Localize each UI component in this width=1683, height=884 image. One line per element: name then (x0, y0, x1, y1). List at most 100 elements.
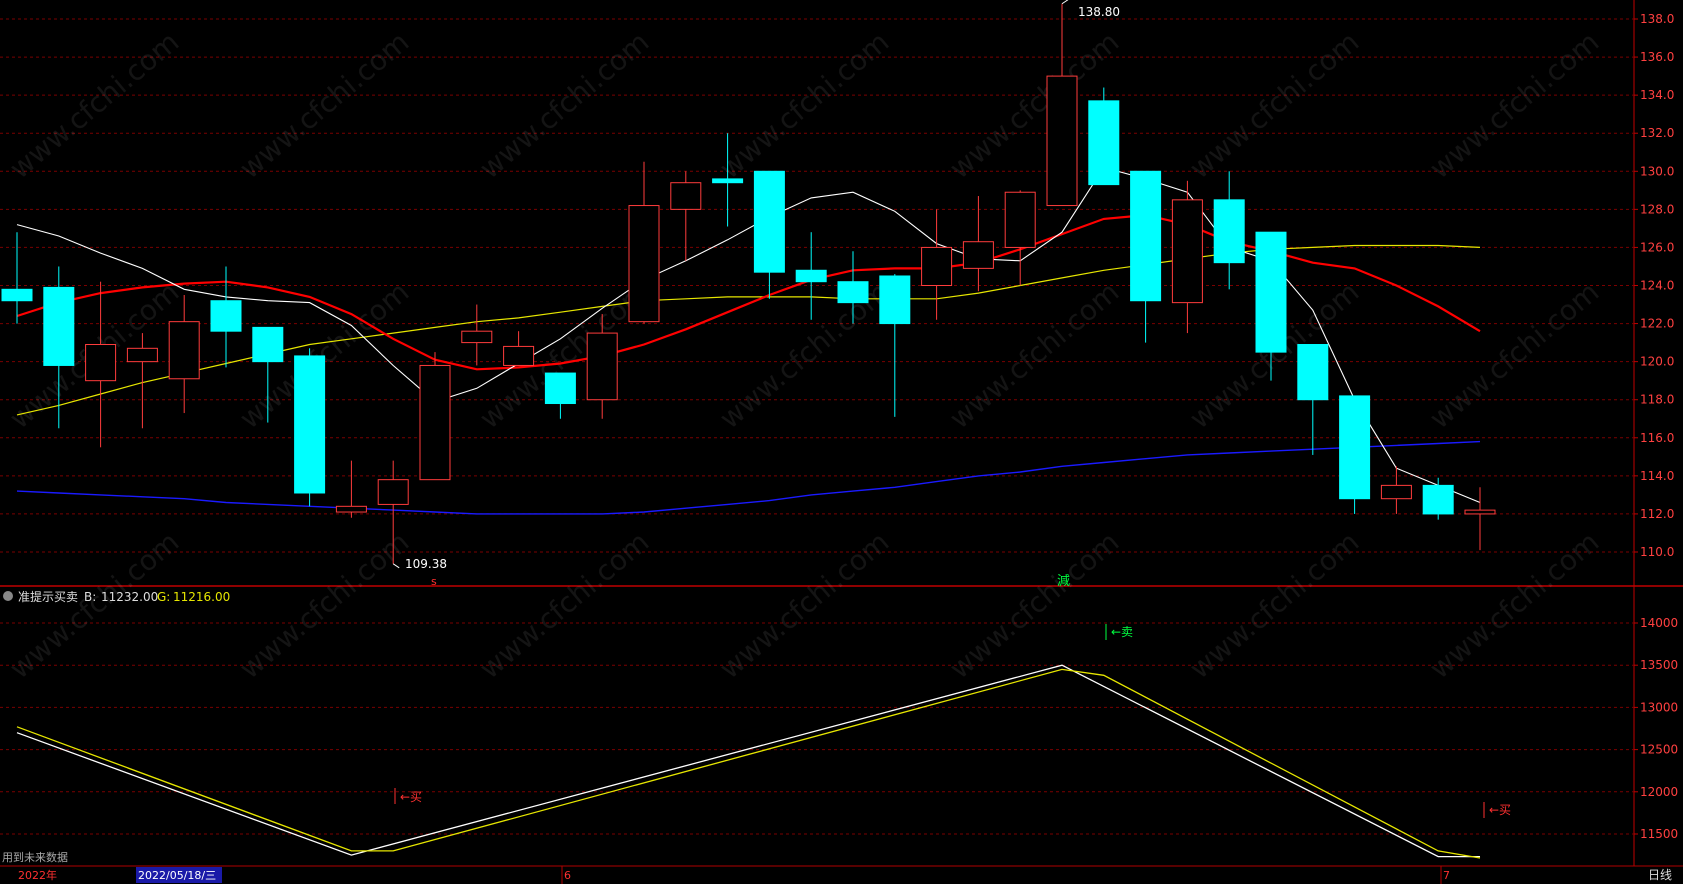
indicator-b-value: 11232.00 (101, 590, 158, 604)
watermark-text: www.cfchi.com (473, 25, 655, 185)
price-tick-label: 116.0 (1640, 431, 1674, 445)
low-price-annotation: 109.38 (405, 557, 447, 571)
candle-body (126, 347, 158, 363)
candle-body (1046, 75, 1078, 207)
candle-body (544, 372, 576, 405)
selected-date[interactable]: 2022/05/18/三 (138, 869, 216, 882)
candle-body (1130, 170, 1162, 302)
price-tick-label: 126.0 (1640, 240, 1674, 254)
sell-signal-glyph: 減 (1057, 573, 1070, 589)
time-axis-bar (0, 866, 1683, 884)
candle-body (962, 241, 994, 269)
watermark-text: www.cfchi.com (1423, 275, 1605, 435)
candle-body (628, 205, 660, 323)
watermark-text: www.cfchi.com (3, 25, 185, 185)
candle-body (377, 479, 409, 505)
candle-body (1255, 231, 1287, 353)
candle-body (294, 355, 326, 494)
indicator-g-label: G: (157, 590, 170, 604)
price-tick-label: 134.0 (1640, 88, 1674, 102)
indicator-tick-label: 13000 (1640, 700, 1678, 714)
candle-body (1380, 484, 1412, 500)
candle-up (1004, 190, 1036, 286)
watermark-text: www.cfchi.com (713, 525, 895, 685)
candle-body (670, 182, 702, 210)
future-data-note: 用到未来数据 (2, 850, 68, 864)
candle-down (879, 274, 911, 417)
candle-up (419, 352, 451, 481)
price-tick-label: 110.0 (1640, 545, 1674, 559)
candle-body (1088, 100, 1120, 186)
candle-up (1171, 180, 1203, 334)
period-daily-button[interactable]: 日线 (1648, 868, 1672, 882)
year-label: 2022年 (18, 868, 57, 882)
candle-up (1464, 487, 1496, 551)
candle-up (168, 295, 200, 414)
price-tick-label: 128.0 (1640, 202, 1674, 216)
candle-down (1422, 477, 1454, 520)
indicator-tick-label: 11500 (1640, 827, 1678, 841)
price-tick-label: 122.0 (1640, 317, 1674, 331)
buy-signal-glyph: s (431, 575, 437, 588)
buy-marker-2: ←买 (1483, 802, 1511, 818)
watermark-text: www.cfchi.com (233, 525, 415, 685)
indicator-series-B (16, 664, 1480, 858)
candle-body (461, 330, 493, 344)
indicator-b-label: B: (84, 590, 96, 604)
candle-up (461, 304, 493, 366)
svg-text:←买: ←买 (1489, 803, 1511, 817)
watermark-text: www.cfchi.com (1183, 25, 1365, 185)
watermark-text: www.cfchi.com (1423, 525, 1605, 685)
price-tick-label: 138.0 (1640, 12, 1674, 26)
watermark-text: www.cfchi.com (3, 525, 185, 685)
watermark-text: www.cfchi.com (473, 525, 655, 685)
candle-body (1297, 344, 1329, 401)
svg-text:←卖: ←卖 (1111, 625, 1133, 639)
candle-body (419, 364, 451, 481)
candle-body (712, 178, 744, 184)
candle-body (1339, 395, 1371, 500)
indicator-tick-label: 12500 (1640, 743, 1678, 757)
candle-body (921, 246, 953, 287)
price-tick-label: 112.0 (1640, 507, 1674, 521)
candle-up (962, 196, 994, 292)
price-tick-label: 120.0 (1640, 355, 1674, 369)
month-label-6: 6 (564, 869, 571, 882)
watermark-text: www.cfchi.com (1423, 25, 1605, 185)
candle-body (252, 326, 284, 363)
watermark-text: www.cfchi.com (713, 25, 895, 185)
candle-body (795, 269, 827, 283)
candle-down (753, 170, 785, 299)
candle-body (1, 288, 33, 302)
candle-up (503, 331, 535, 366)
chart-canvas[interactable]: www.cfchi.com www.cfchi.com www.cfchi.com w… (0, 0, 1683, 884)
watermark-text: www.cfchi.com (233, 25, 415, 185)
candle-down (795, 232, 827, 320)
candle-body (168, 321, 200, 380)
price-tick-label: 132.0 (1640, 126, 1674, 140)
candle-down (1213, 171, 1245, 290)
candle-body (879, 275, 911, 325)
collapse-icon[interactable] (3, 591, 13, 601)
indicator-header[interactable]: 准提示买卖 B: 11232.00 G: 11216.00 (3, 589, 230, 604)
candle-down (1339, 395, 1371, 514)
high-arrow (1061, 0, 1069, 5)
month-label-7: 7 (1443, 869, 1450, 882)
candle-body (1213, 199, 1245, 264)
candle-body (1004, 191, 1036, 248)
candle-body (210, 300, 242, 332)
candle-body (753, 170, 785, 273)
candle-body (586, 332, 618, 401)
candle-up (1380, 466, 1412, 514)
indicator-series-G (16, 668, 1481, 859)
candle-up (1046, 3, 1078, 207)
candle-down (1297, 344, 1329, 455)
high-price-annotation: 138.80 (1078, 5, 1120, 19)
candle-body (837, 281, 869, 304)
candle-body (335, 505, 367, 513)
price-tick-label: 136.0 (1640, 50, 1674, 64)
candle-body (1422, 484, 1454, 515)
candle-down (1, 232, 33, 324)
candle-body (85, 344, 117, 382)
indicator-name: 准提示买卖 (18, 589, 78, 604)
